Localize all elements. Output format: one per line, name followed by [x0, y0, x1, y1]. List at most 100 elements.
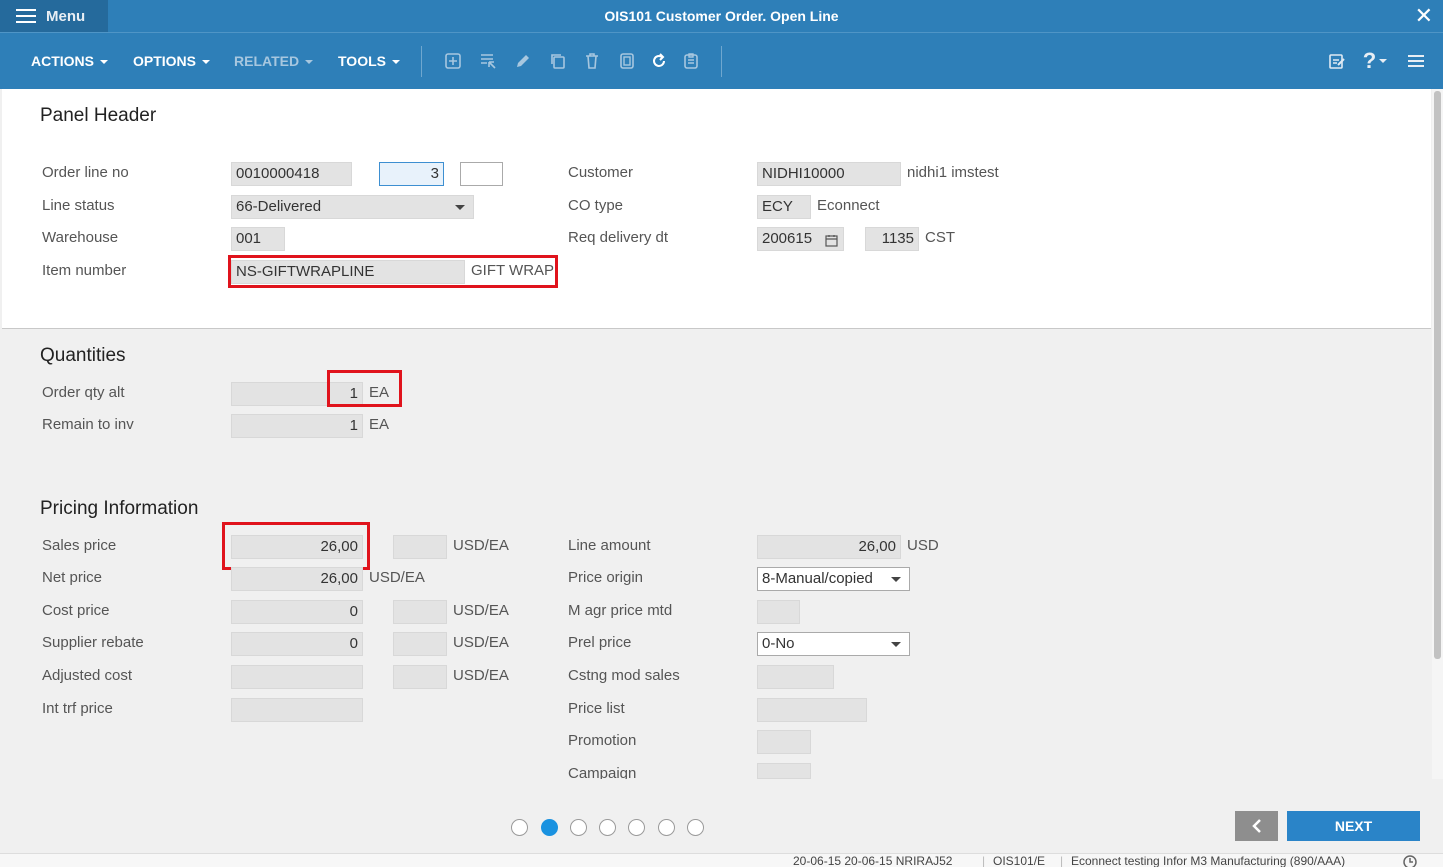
m-agr-price-label: M agr price mtd — [568, 602, 673, 619]
caret-down-icon — [202, 60, 211, 65]
page-dot-5[interactable] — [628, 819, 645, 836]
help-icon[interactable]: ? — [1360, 48, 1390, 73]
clipboard-icon[interactable] — [680, 50, 702, 72]
window-title: OIS101 Customer Order. Open Line — [604, 8, 839, 24]
remain-unit: EA — [369, 416, 390, 433]
cost-price-unit: USD/EA — [453, 602, 509, 619]
panel-content: Panel Header Order line no 0010000418 3 … — [2, 89, 1431, 782]
line-amount-currency: USD — [907, 537, 939, 554]
cost-price-label: Cost price — [42, 602, 110, 619]
sales-price-unit-field[interactable] — [393, 535, 447, 559]
m-agr-price-field[interactable] — [757, 600, 800, 624]
cost-price-field[interactable]: 0 — [231, 600, 363, 624]
next-button[interactable]: NEXT — [1287, 811, 1420, 841]
int-trf-price-field[interactable] — [231, 698, 363, 722]
page-dot-6[interactable] — [658, 819, 675, 836]
order-line-no-label: Order line no — [42, 164, 129, 181]
line-suffix-2-field[interactable] — [460, 162, 503, 186]
caret-down-icon — [305, 60, 314, 65]
edit-pencil-icon[interactable] — [512, 50, 534, 72]
toolbar-divider — [721, 46, 722, 77]
price-list-field[interactable] — [757, 698, 867, 722]
delete-icon[interactable] — [581, 50, 603, 72]
page-dot-2[interactable] — [541, 819, 558, 836]
status-program: OIS101/E — [993, 854, 1046, 867]
adjusted-cost-field[interactable] — [231, 665, 363, 689]
promotion-label: Promotion — [568, 732, 637, 749]
adjusted-cost-label: Adjusted cost — [42, 667, 133, 684]
more-menu-icon[interactable] — [1405, 50, 1427, 72]
warehouse-label: Warehouse — [42, 229, 119, 246]
customer-label: Customer — [568, 164, 634, 181]
price-origin-label: Price origin — [568, 569, 644, 586]
actions-menu[interactable]: ACTIONS — [31, 53, 108, 69]
net-price-label: Net price — [42, 569, 103, 586]
status-dates: 20-06-15 20-06-15 NRIRAJ52 — [793, 854, 953, 867]
tools-menu[interactable]: TOOLS — [338, 53, 400, 69]
campaign-field[interactable] — [757, 763, 811, 779]
line-suffix-field[interactable]: 3 — [379, 162, 444, 186]
panel-header-title: Panel Header — [40, 105, 157, 126]
previous-button[interactable] — [1235, 811, 1278, 841]
options-menu[interactable]: OPTIONS — [133, 53, 211, 69]
supplier-rebate-label: Supplier rebate — [42, 634, 144, 651]
vertical-scrollbar[interactable] — [1432, 89, 1443, 779]
price-list-label: Price list — [568, 700, 625, 717]
req-delivery-date-field[interactable]: 200615 — [757, 227, 844, 251]
remain-to-inv-field[interactable]: 1 — [231, 414, 363, 438]
supplier-rebate-unit-field[interactable] — [393, 632, 447, 656]
related-label: RELATED — [234, 53, 300, 69]
paste-icon[interactable] — [616, 50, 638, 72]
line-amount-field[interactable]: 26,00 — [757, 535, 901, 559]
page-dot-1[interactable] — [511, 819, 528, 836]
close-icon[interactable]: ✕ — [1415, 3, 1433, 29]
title-bar: Menu OIS101 Customer Order. Open Line ✕ — [0, 0, 1443, 32]
scrollbar-thumb[interactable] — [1434, 91, 1441, 659]
adjusted-cost-unit-field[interactable] — [393, 665, 447, 689]
net-price-field[interactable]: 26,00 — [231, 567, 363, 591]
select-list-icon[interactable] — [477, 50, 499, 72]
status-divider: | — [982, 854, 986, 867]
order-line-no-field[interactable]: 0010000418 — [231, 162, 352, 186]
toolbar-divider — [421, 46, 422, 77]
toolbar: ACTIONS OPTIONS RELATED TOOLS ? — [0, 32, 1443, 89]
cost-price-unit-field[interactable] — [393, 600, 447, 624]
clock-icon[interactable] — [1403, 855, 1417, 867]
add-icon[interactable] — [442, 50, 464, 72]
promotion-field[interactable] — [757, 730, 811, 754]
dropdown-arrow-icon — [455, 205, 465, 210]
cstng-mod-field[interactable] — [757, 665, 834, 689]
tools-label: TOOLS — [338, 53, 386, 69]
prel-price-select[interactable]: 0-No — [757, 632, 910, 656]
req-time-field[interactable]: 1135 — [865, 227, 919, 251]
warehouse-field[interactable]: 001 — [231, 227, 285, 251]
panel-header-section: Panel Header Order line no 0010000418 3 … — [2, 89, 1431, 329]
sales-price-unit: USD/EA — [453, 537, 509, 554]
page-dot-7[interactable] — [687, 819, 704, 836]
related-menu[interactable]: RELATED — [234, 53, 314, 69]
co-type-field[interactable]: ECY — [757, 195, 811, 219]
notes-icon[interactable] — [1326, 50, 1348, 72]
price-origin-select[interactable]: 8-Manual/copied — [757, 567, 910, 591]
customer-field[interactable]: NIDHI10000 — [757, 162, 901, 186]
copy-icon[interactable] — [547, 50, 569, 72]
page-dot-3[interactable] — [570, 819, 587, 836]
supplier-rebate-field[interactable]: 0 — [231, 632, 363, 656]
refresh-icon[interactable] — [648, 50, 670, 72]
help-label: ? — [1362, 48, 1377, 73]
highlight-box-price — [222, 522, 370, 570]
price-origin-value: 8-Manual/copied — [762, 570, 873, 587]
page-dot-4[interactable] — [599, 819, 616, 836]
status-divider: | — [1060, 854, 1064, 867]
line-status-select[interactable]: 66-Delivered — [231, 195, 474, 219]
item-number-label: Item number — [42, 262, 127, 279]
customer-name: nidhi1 imstest — [907, 164, 999, 181]
req-delivery-label: Req delivery dt — [568, 229, 669, 246]
line-status-label: Line status — [42, 197, 115, 214]
co-type-name: Econnect — [817, 197, 880, 214]
highlight-box-item — [228, 255, 558, 288]
calendar-icon[interactable] — [825, 232, 838, 250]
chevron-left-icon — [1251, 819, 1261, 833]
sales-price-label: Sales price — [42, 537, 117, 554]
int-trf-price-label: Int trf price — [42, 700, 113, 717]
